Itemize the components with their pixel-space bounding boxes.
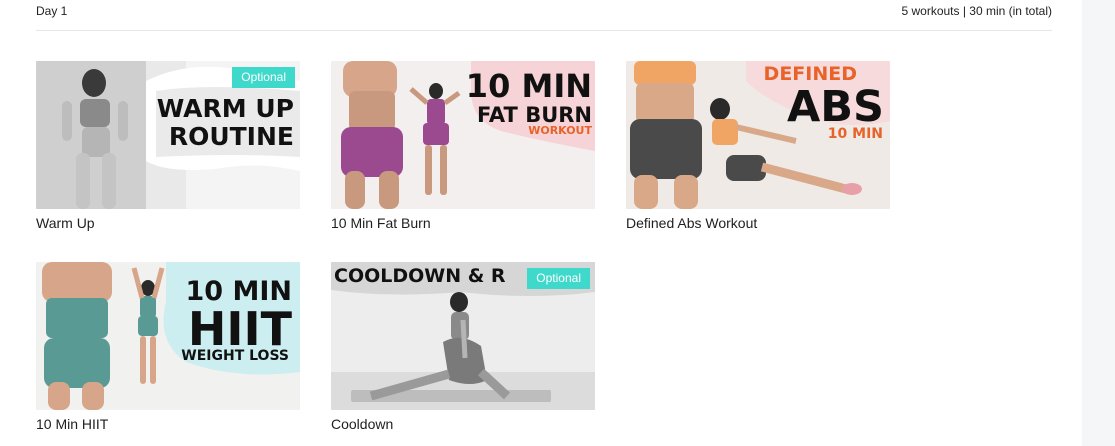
thumbnail-title-line-1: COOLDOWN & R [334, 265, 506, 287]
optional-badge: Optional [232, 67, 295, 88]
workout-title[interactable]: Warm Up [36, 215, 300, 232]
thumbnail-title-line-3: WEIGHT LOSS [181, 348, 289, 364]
workout-title[interactable]: Defined Abs Workout [626, 215, 890, 232]
workout-thumbnail[interactable]: 10 MIN HIIT WEIGHT LOSS [36, 262, 300, 410]
day-header: Day 1 5 workouts | 30 min (in total) [36, 4, 1052, 31]
right-side-panel [1082, 0, 1115, 446]
workout-title[interactable]: 10 Min Fat Burn [331, 215, 595, 232]
day-summary: 5 workouts | 30 min (in total) [901, 4, 1052, 18]
workout-card-cooldown[interactable]: COOLDOWN & R Optional Cooldown [331, 262, 595, 433]
day-label: Day 1 [36, 4, 68, 18]
workout-day-page: Day 1 5 workouts | 30 min (in total) WAR… [0, 0, 1115, 446]
workout-thumbnail[interactable]: WARM UP ROUTINE Optional [36, 61, 300, 209]
workout-card-hiit[interactable]: 10 MIN HIIT WEIGHT LOSS 10 Min HIIT [36, 262, 300, 433]
thumbnail-title-line-2: ROUTINE [169, 122, 294, 151]
workout-title[interactable]: Cooldown [331, 416, 595, 433]
workout-card-fat-burn[interactable]: 10 MIN FAT BURN WORKOUT 10 Min Fat Burn [331, 61, 595, 232]
thumbnail-title-line-3: 10 MIN [828, 126, 883, 142]
thumbnail-title-line-3: WORKOUT [528, 124, 592, 137]
thumbnail-title-line-1: 10 MIN [466, 67, 592, 105]
optional-badge: Optional [527, 268, 590, 289]
workout-card-warm-up[interactable]: WARM UP ROUTINE Optional Warm Up [36, 61, 300, 232]
workout-card-defined-abs[interactable]: DEFINED ABS 10 MIN Defined Abs Workout [626, 61, 890, 232]
workout-title[interactable]: 10 Min HIIT [36, 416, 300, 433]
workout-thumbnail[interactable]: 10 MIN FAT BURN WORKOUT [331, 61, 595, 209]
workout-thumbnail[interactable]: DEFINED ABS 10 MIN [626, 61, 890, 209]
thumbnail-title-line-1: WARM UP [157, 94, 294, 123]
workout-thumbnail[interactable]: COOLDOWN & R Optional [331, 262, 595, 410]
thumbnail-title-line-2: ABS [787, 82, 884, 132]
